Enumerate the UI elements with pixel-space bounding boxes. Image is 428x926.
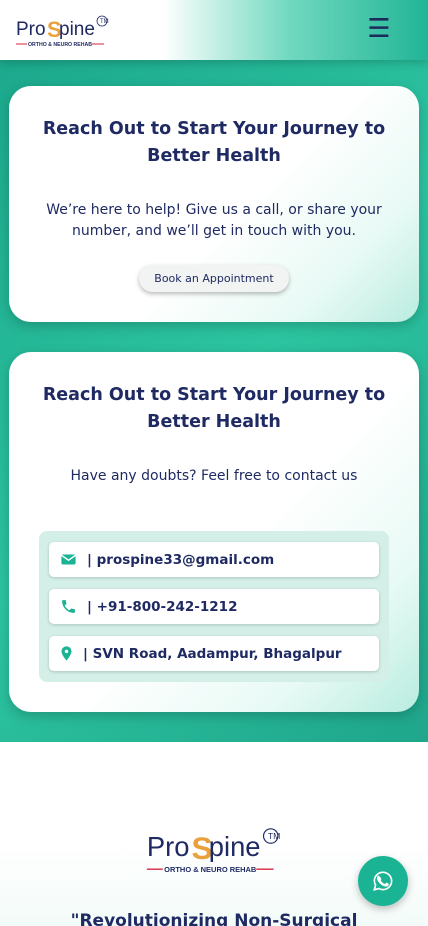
- appointment-card: Reach Out to Start Your Journey to Bette…: [9, 86, 419, 322]
- book-appointment-button[interactable]: Book an Appointment: [139, 265, 289, 292]
- svg-text:TM: TM: [100, 19, 109, 25]
- contact-email-label: | prospine33@gmail.com: [87, 551, 275, 568]
- prospine-logo[interactable]: Pro S pine TM ORTHO & NEURO REHAB: [14, 10, 114, 50]
- svg-text:Pro: Pro: [147, 831, 190, 862]
- whatsapp-icon: [373, 871, 393, 891]
- appointment-card-title: Reach Out to Start Your Journey to Bette…: [42, 119, 386, 166]
- contact-card-text: Have any doubts? Feel free to contact us: [70, 468, 358, 484]
- svg-text:Pro: Pro: [16, 19, 46, 40]
- contact-email[interactable]: | prospine33@gmail.com: [49, 542, 379, 577]
- svg-text:pine: pine: [59, 19, 95, 40]
- contact-phone-label: | +91-800-242-1212: [87, 598, 238, 615]
- hamburger-menu-icon[interactable]: ☰: [364, 14, 394, 44]
- whatsapp-button[interactable]: [358, 856, 408, 906]
- envelope-icon: [49, 551, 87, 568]
- footer-prospine-logo: Pro S pine TM ORTHO & NEURO REHAB: [146, 828, 280, 874]
- footer-tagline: "Revolutionizing Non-Surgical: [70, 911, 358, 926]
- contact-phone[interactable]: | +91-800-242-1212: [49, 589, 379, 624]
- appointment-card-text: We’re here to help! Give us a call, or s…: [46, 202, 382, 239]
- contact-address[interactable]: | SVN Road, Aadampur, Bhagalpur: [49, 636, 379, 671]
- svg-text:ORTHO & NEURO REHAB: ORTHO & NEURO REHAB: [28, 42, 92, 48]
- contact-card-title: Reach Out to Start Your Journey to Bette…: [42, 385, 386, 432]
- map-marker-icon: [49, 645, 83, 662]
- contact-panel: | prospine33@gmail.com | +91-800-242-121…: [39, 531, 389, 682]
- contact-card: Reach Out to Start Your Journey to Bette…: [9, 352, 419, 712]
- svg-text:pine: pine: [209, 831, 261, 862]
- svg-text:ORTHO & NEURO REHAB: ORTHO & NEURO REHAB: [164, 865, 257, 874]
- phone-icon: [49, 598, 87, 615]
- contact-address-label: | SVN Road, Aadampur, Bhagalpur: [83, 645, 342, 662]
- site-header: Pro S pine TM ORTHO & NEURO REHAB ☰: [0, 0, 428, 60]
